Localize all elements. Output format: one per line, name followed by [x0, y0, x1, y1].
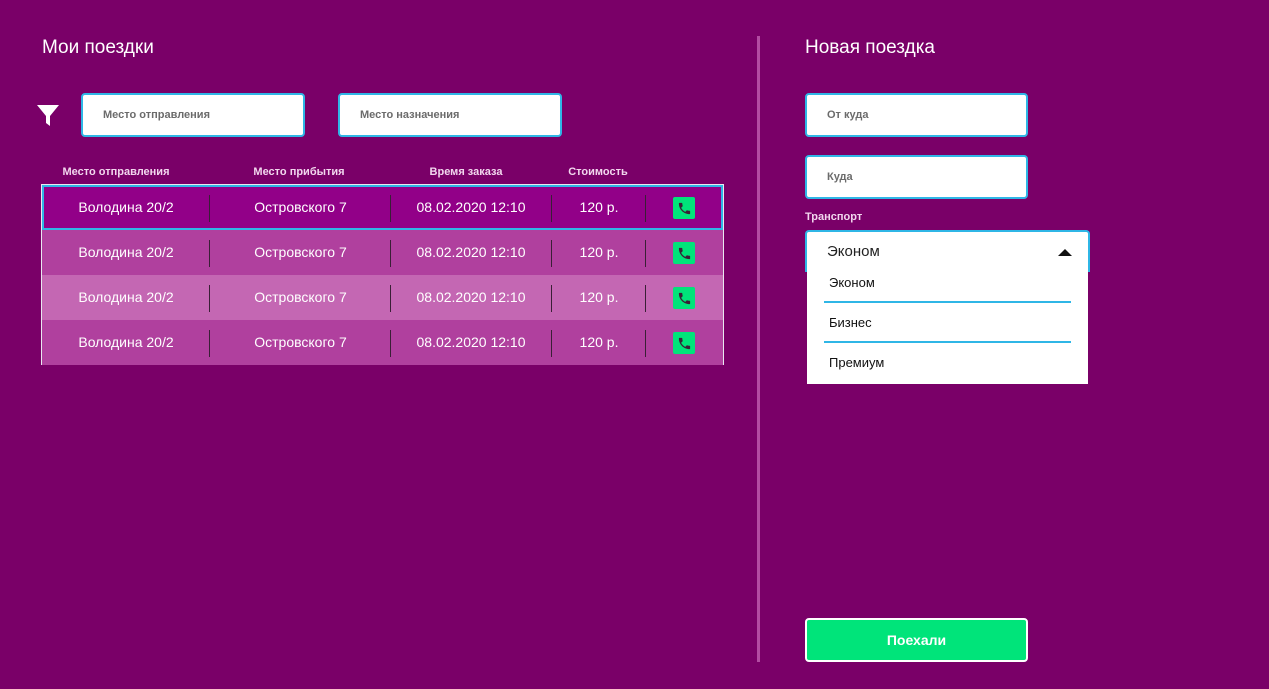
destination-filter-input[interactable] — [338, 93, 562, 137]
cell-departure: Володина 20/2 — [78, 199, 174, 215]
cell-departure: Володина 20/2 — [78, 244, 174, 260]
my-trips-title: Мои поездки — [42, 37, 154, 58]
transport-option-economy[interactable]: Эконом — [829, 275, 875, 290]
cell-order-time: 08.02.2020 12:10 — [416, 289, 526, 305]
chevron-up-icon — [1058, 249, 1072, 256]
cell-price: 120 р. — [579, 244, 619, 260]
column-header-arrival: Место прибытия — [253, 166, 345, 178]
cell-arrival: Островского 7 — [254, 244, 347, 260]
cell-order-time: 08.02.2020 12:10 — [416, 199, 526, 215]
transport-option-business[interactable]: Бизнес — [829, 315, 872, 330]
column-header-order-time: Время заказа — [429, 166, 503, 178]
phone-icon[interactable] — [673, 197, 695, 219]
phone-icon[interactable] — [673, 332, 695, 354]
table-row[interactable]: Володина 20/2 Островского 7 08.02.2020 12:… — [42, 275, 723, 320]
table-row[interactable]: Володина 20/2 Островского 7 08.02.2020 12:… — [42, 320, 723, 365]
cell-separator — [645, 330, 646, 357]
transport-selected-value: Эконом — [827, 243, 880, 260]
cell-price: 120 р. — [579, 289, 619, 305]
cell-order-time: 08.02.2020 12:10 — [416, 334, 526, 350]
cell-arrival: Островского 7 — [254, 199, 347, 215]
cell-departure: Володина 20/2 — [78, 289, 174, 305]
new-trip-title: Новая поездка — [805, 37, 935, 58]
from-input[interactable] — [805, 93, 1028, 137]
trips-table: Володина 20/2 Островского 7 08.02.2020 12:… — [41, 184, 724, 365]
transport-select[interactable]: Эконом — [805, 230, 1090, 272]
cell-separator — [645, 195, 646, 222]
table-row[interactable]: Володина 20/2 Островского 7 08.02.2020 12:… — [42, 185, 723, 230]
departure-filter-input[interactable] — [81, 93, 305, 137]
phone-icon[interactable] — [673, 242, 695, 264]
column-header-price: Стоимость — [568, 166, 628, 178]
table-row[interactable]: Володина 20/2 Островского 7 08.02.2020 12:… — [42, 230, 723, 275]
to-input[interactable] — [805, 155, 1028, 199]
cell-order-time: 08.02.2020 12:10 — [416, 244, 526, 260]
column-header-departure: Место отправления — [62, 166, 170, 178]
cell-price: 120 р. — [579, 199, 619, 215]
transport-dropdown: Эконом Бизнес Премиум — [807, 270, 1088, 384]
cell-arrival: Островского 7 — [254, 289, 347, 305]
option-divider — [824, 341, 1071, 343]
cell-price: 120 р. — [579, 334, 619, 350]
cell-arrival: Островского 7 — [254, 334, 347, 350]
transport-option-premium[interactable]: Премиум — [829, 355, 884, 370]
transport-label: Транспорт — [805, 211, 863, 223]
cell-separator — [645, 285, 646, 312]
phone-icon[interactable] — [673, 287, 695, 309]
submit-trip-button[interactable]: Поехали — [805, 618, 1028, 662]
option-divider — [824, 301, 1071, 303]
panel-divider — [757, 36, 760, 662]
cell-departure: Володина 20/2 — [78, 334, 174, 350]
filter-icon[interactable] — [36, 103, 60, 127]
cell-separator — [645, 240, 646, 267]
